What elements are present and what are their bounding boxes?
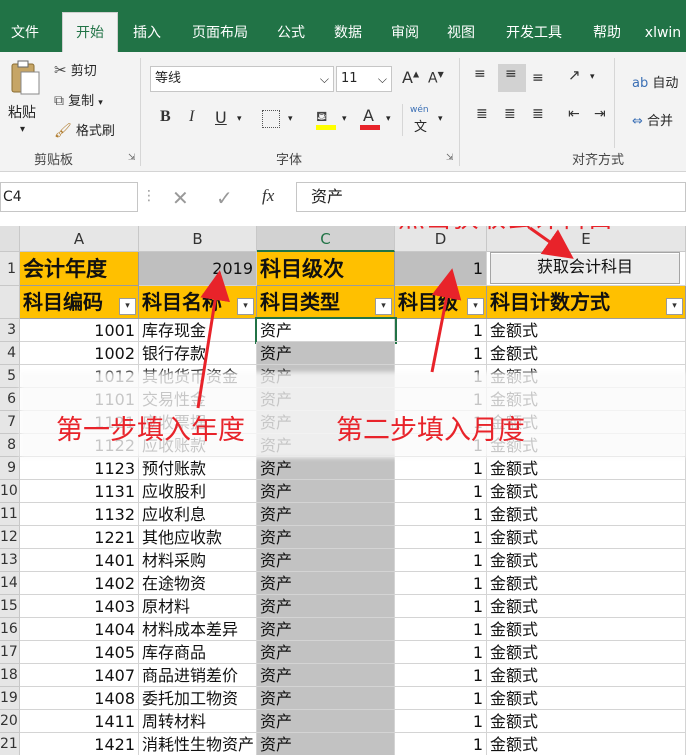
arrow-to-button xyxy=(529,226,574,259)
arrow-to-level xyxy=(430,268,462,373)
arrow-to-year xyxy=(196,270,230,409)
annotation-arrows xyxy=(196,226,574,409)
